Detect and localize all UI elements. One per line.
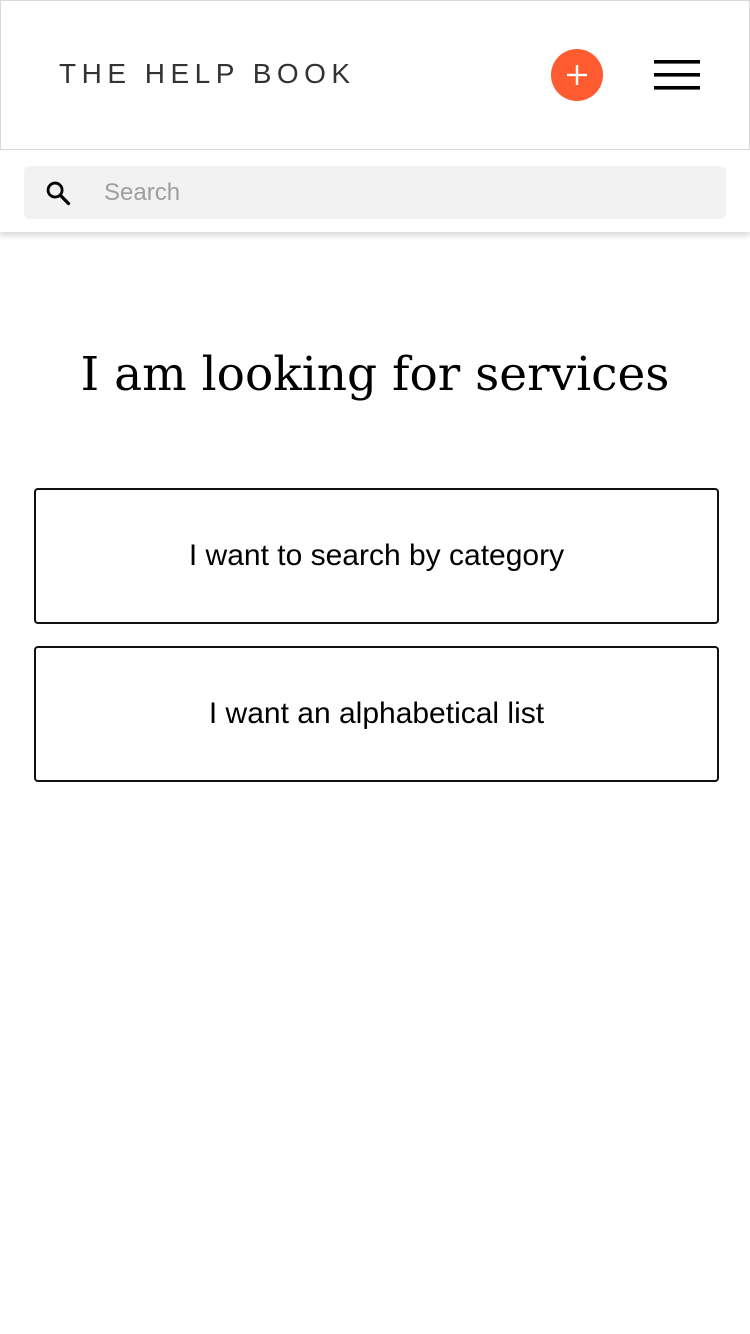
menu-button[interactable] xyxy=(649,55,705,95)
search-icon[interactable] xyxy=(44,179,72,207)
alphabetical-list-label: I want an alphabetical list xyxy=(208,697,545,730)
app-screen: THE HELP BOOK I am looking for services xyxy=(0,0,750,1334)
search-by-category-label: I want to search by category xyxy=(188,539,565,572)
page-title: I am looking for services xyxy=(80,347,670,402)
alphabetical-list-button[interactable]: I want an alphabetical list xyxy=(34,646,719,782)
search-box[interactable] xyxy=(24,166,726,219)
top-header: THE HELP BOOK xyxy=(0,0,750,150)
search-bar xyxy=(0,150,750,232)
plus-icon xyxy=(567,65,587,85)
brand-logo-text[interactable]: THE HELP BOOK xyxy=(59,57,356,91)
add-button[interactable] xyxy=(551,49,603,101)
hamburger-menu-icon xyxy=(654,60,700,90)
search-input[interactable] xyxy=(104,166,704,219)
search-by-category-button[interactable]: I want to search by category xyxy=(34,488,719,624)
